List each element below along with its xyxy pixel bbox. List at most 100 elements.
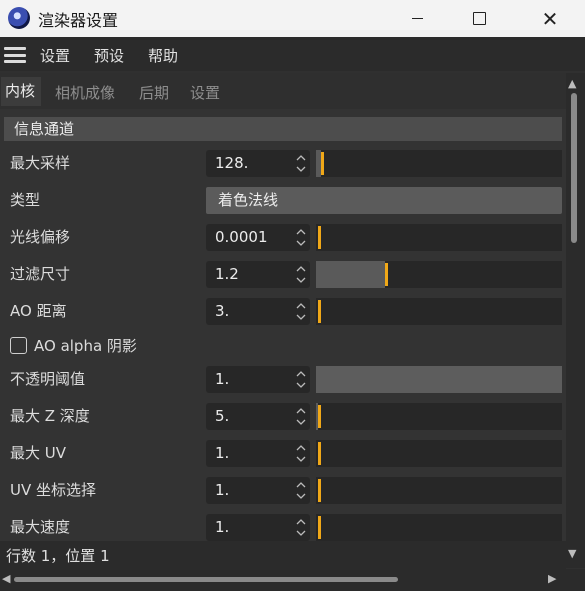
title-bar: 渲染器设置 ✕ [0, 0, 585, 37]
cinema4d-logo-icon [8, 7, 30, 29]
tab-camera-imaging[interactable]: 相机成像 [55, 82, 115, 103]
stepper-arrows-icon[interactable] [295, 301, 307, 322]
param-row-ao-distance: AO 距离 3. [0, 295, 566, 325]
scroll-down-icon[interactable]: ▼ [568, 547, 576, 560]
field-value: 128. [215, 154, 249, 172]
field-value: 1.2 [215, 265, 239, 283]
ray-offset-slider[interactable] [316, 224, 562, 251]
opacity-threshold-input[interactable]: 1. [206, 366, 310, 393]
menu-bar: 设置 预设 帮助 [0, 37, 585, 71]
param-label: AO 距离 [10, 302, 67, 320]
max-samples-input[interactable]: 128. [206, 150, 310, 177]
stepper-arrows-icon[interactable] [295, 264, 307, 285]
stepper-arrows-icon[interactable] [295, 369, 307, 390]
slider-handle[interactable] [318, 479, 321, 502]
slider-handle[interactable] [385, 263, 388, 286]
slider-fill [316, 261, 385, 288]
max-velocity-input[interactable]: 1. [206, 514, 310, 541]
stepper-arrows-icon[interactable] [295, 227, 307, 248]
param-label: 光线偏移 [10, 228, 71, 246]
max-uv-input[interactable]: 1. [206, 440, 310, 467]
stepper-arrows-icon[interactable] [295, 480, 307, 501]
scroll-thumb[interactable] [14, 577, 398, 582]
field-value: 5. [215, 407, 230, 425]
param-label: UV 坐标选择 [10, 481, 97, 499]
param-row-opacity-threshold: 不透明阈值 1. [0, 363, 566, 393]
param-row-max-uv: 最大 UV 1. [0, 437, 566, 467]
maximize-icon [472, 12, 486, 25]
field-value: 1. [215, 370, 230, 388]
horizontal-scrollbar[interactable]: ◀ ▶ [0, 569, 585, 591]
tab-bar: 内核 相机成像 后期 设置 [0, 73, 566, 109]
param-label: 最大速度 [10, 518, 71, 536]
section-header[interactable]: 信息通道 [4, 117, 562, 141]
stepper-arrows-icon[interactable] [295, 517, 307, 538]
max-uv-slider[interactable] [316, 440, 562, 467]
param-row-uv-select: UV 坐标选择 1. [0, 474, 566, 504]
stepper-arrows-icon[interactable] [295, 443, 307, 464]
slider-handle[interactable] [318, 442, 321, 465]
stepper-arrows-icon[interactable] [295, 153, 307, 174]
scroll-left-icon[interactable]: ◀ [2, 572, 10, 585]
close-icon: ✕ [541, 6, 559, 31]
field-value: 3. [215, 302, 230, 320]
ao-distance-slider[interactable] [316, 298, 562, 325]
minimize-icon [411, 18, 423, 19]
param-row-ray-offset: 光线偏移 0.0001 [0, 221, 566, 251]
filter-size-input[interactable]: 1.2 [206, 261, 310, 288]
slider-handle[interactable] [318, 226, 321, 249]
scroll-right-icon[interactable]: ▶ [548, 572, 556, 585]
status-text: 行数 1，位置 1 [6, 547, 110, 565]
status-bar: 行数 1，位置 1 [0, 541, 566, 569]
maximize-button[interactable] [455, 0, 503, 37]
filter-size-slider[interactable] [316, 261, 562, 288]
slider-handle[interactable] [318, 405, 321, 428]
param-label: 最大采样 [10, 154, 71, 172]
type-dropdown[interactable]: 着色法线 [206, 187, 562, 214]
field-value: 1. [215, 444, 230, 462]
vertical-scrollbar[interactable]: ▲ ▼ [566, 73, 585, 568]
menu-presets[interactable]: 预设 [94, 45, 124, 66]
field-value: 1. [215, 518, 230, 536]
opacity-threshold-slider[interactable] [316, 366, 562, 393]
hamburger-menu-icon[interactable] [4, 47, 26, 63]
ray-offset-input[interactable]: 0.0001 [206, 224, 310, 251]
param-label: 过滤尺寸 [10, 265, 71, 283]
checkbox-label: AO alpha 阴影 [34, 337, 137, 355]
window-title: 渲染器设置 [38, 11, 119, 30]
param-label: 类型 [10, 191, 41, 209]
param-label: 最大 Z 深度 [10, 407, 90, 425]
tab-kernel[interactable]: 内核 [1, 77, 41, 106]
slider-handle[interactable] [321, 152, 324, 175]
max-z-depth-slider[interactable] [316, 403, 562, 430]
param-row-max-velocity: 最大速度 1. [0, 511, 566, 541]
slider-handle[interactable] [318, 516, 321, 539]
uv-select-slider[interactable] [316, 477, 562, 504]
menu-help[interactable]: 帮助 [148, 45, 178, 66]
field-value: 1. [215, 481, 230, 499]
param-row-filter-size: 过滤尺寸 1.2 [0, 258, 566, 288]
max-z-depth-input[interactable]: 5. [206, 403, 310, 430]
max-velocity-slider[interactable] [316, 514, 562, 541]
param-label: 最大 UV [10, 444, 67, 462]
param-label: 不透明阈值 [10, 370, 86, 388]
parameter-panel: 信息通道 最大采样 128. 类型 着色法线 光线偏移 0.0001 过滤尺寸 [0, 109, 566, 541]
max-samples-slider[interactable] [316, 150, 562, 177]
field-value: 0.0001 [215, 228, 268, 246]
slider-handle[interactable] [318, 300, 321, 323]
tab-settings[interactable]: 设置 [190, 82, 220, 103]
scroll-up-icon[interactable]: ▲ [568, 77, 576, 90]
param-row-type: 类型 着色法线 [0, 184, 566, 214]
param-row-ao-alpha-shadow: AO alpha 阴影 [0, 330, 566, 360]
uv-select-input[interactable]: 1. [206, 477, 310, 504]
param-row-max-z-depth: 最大 Z 深度 5. [0, 400, 566, 430]
param-row-max-samples: 最大采样 128. [0, 147, 566, 177]
ao-distance-input[interactable]: 3. [206, 298, 310, 325]
menu-settings[interactable]: 设置 [40, 45, 70, 66]
close-button[interactable]: ✕ [526, 0, 574, 37]
minimize-button[interactable] [393, 0, 441, 37]
stepper-arrows-icon[interactable] [295, 406, 307, 427]
scroll-thumb[interactable] [571, 93, 577, 243]
ao-alpha-shadow-checkbox[interactable] [10, 337, 27, 354]
tab-post[interactable]: 后期 [139, 82, 169, 103]
